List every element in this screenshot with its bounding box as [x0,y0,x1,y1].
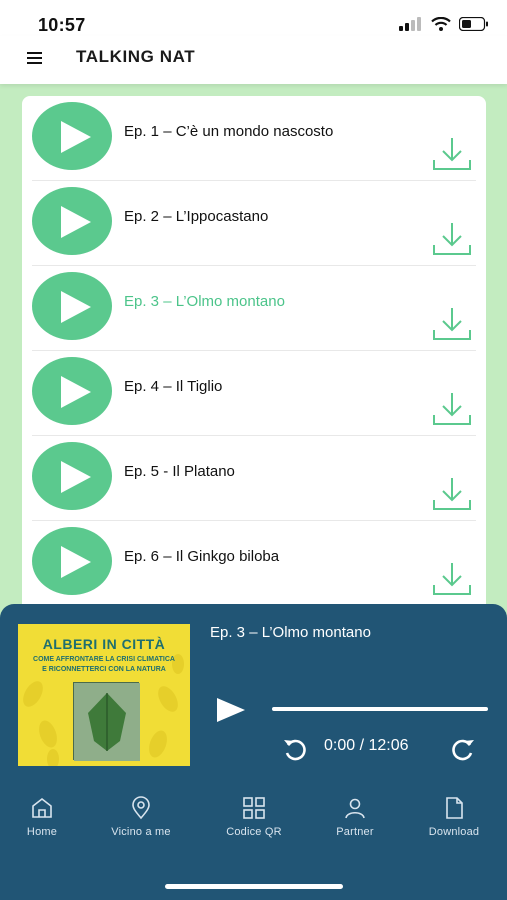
download-icon[interactable] [432,136,472,172]
battery-icon [459,17,488,31]
episode-title: Ep. 3 – L’Olmo montano [124,293,285,310]
file-icon [446,797,463,819]
page-title: TALKING NAT [76,47,196,66]
download-icon[interactable] [432,306,472,342]
episode-title: Ep. 2 – L’Ippocastano [124,208,269,225]
nav-label: Vicino a me [111,826,171,838]
download-icon[interactable] [432,476,472,512]
episode-item-active[interactable]: Ep. 3 – L’Olmo montano [32,266,476,351]
nav-qr-code[interactable]: Codice QR [204,792,304,848]
download-icon[interactable] [432,391,472,427]
location-pin-icon [132,796,150,820]
leaf-icon [74,683,140,761]
nav-label: Partner [336,826,374,838]
nav-download[interactable]: Download [404,792,504,848]
episode-title: Ep. 5 - Il Platano [124,463,235,480]
episode-title: Ep. 1 – C’è un mondo nascosto [124,123,334,140]
download-icon[interactable] [432,561,472,597]
time-readout: 0:00 / 12:06 [324,737,409,754]
download-icon[interactable] [432,221,472,257]
rewind-icon[interactable] [282,737,308,761]
app-header: TALKING NAT [0,36,507,84]
bottom-nav: Home Vicino a me Codice QR Partner Downl… [0,792,507,852]
nav-label: Download [428,826,480,838]
episode-play-button[interactable] [32,102,112,170]
play-icon [61,546,91,578]
cover-leaf-photo [73,682,140,761]
cover-subtitle: E RICONNETTERCI CON LA NATURA [42,666,166,673]
play-icon [61,376,91,408]
nav-home[interactable]: Home [0,792,92,848]
signal-icon [399,17,421,31]
status-icons [399,17,489,31]
episode-item[interactable]: Ep. 1 – C’è un mondo nascosto [32,96,476,181]
album-cover: ALBERI IN CITTÀ COME AFFRONTARE LA CRISI… [18,624,190,766]
audio-player: ALBERI IN CITTÀ COME AFFRONTARE LA CRISI… [0,604,507,900]
progress-slider[interactable] [272,707,488,711]
nav-partner[interactable]: Partner [305,792,405,848]
episode-play-button[interactable] [32,357,112,425]
episode-play-button[interactable] [32,442,112,510]
episode-item[interactable]: Ep. 6 – Il Ginkgo biloba [32,521,476,606]
episode-play-button[interactable] [32,187,112,255]
now-playing-title: Ep. 3 – L’Olmo montano [210,624,371,641]
episode-title: Ep. 4 – Il Tiglio [124,378,223,395]
wifi-icon [431,17,451,31]
play-icon [61,461,91,493]
player-play-icon[interactable] [216,697,246,723]
play-icon [61,206,91,238]
cover-title: ALBERI IN CITTÀ [42,636,166,652]
cover-subtitle: COME AFFRONTARE LA CRISI CLIMATICA [33,656,175,663]
play-icon [61,291,91,323]
episode-item[interactable]: Ep. 5 - Il Platano [32,436,476,521]
episode-item[interactable]: Ep. 2 – L’Ippocastano [32,181,476,266]
qr-grid-icon [243,797,265,819]
nav-label: Home [26,826,58,838]
episode-item[interactable]: Ep. 4 – Il Tiglio [32,351,476,436]
person-icon [345,798,365,819]
episode-play-button[interactable] [32,527,112,595]
episode-title: Ep. 6 – Il Ginkgo biloba [124,548,280,565]
status-time: 10:57 [38,15,86,35]
nav-label: Codice QR [226,826,282,838]
home-indicator[interactable] [165,884,343,889]
forward-icon[interactable] [450,737,476,761]
play-icon [61,121,91,153]
episode-list: Ep. 1 – C’è un mondo nascosto Ep. 2 – L’… [22,96,486,616]
nav-nearby[interactable]: Vicino a me [91,792,191,848]
home-icon [32,797,52,818]
episode-play-button[interactable] [32,272,112,340]
menu-icon[interactable] [26,49,44,67]
